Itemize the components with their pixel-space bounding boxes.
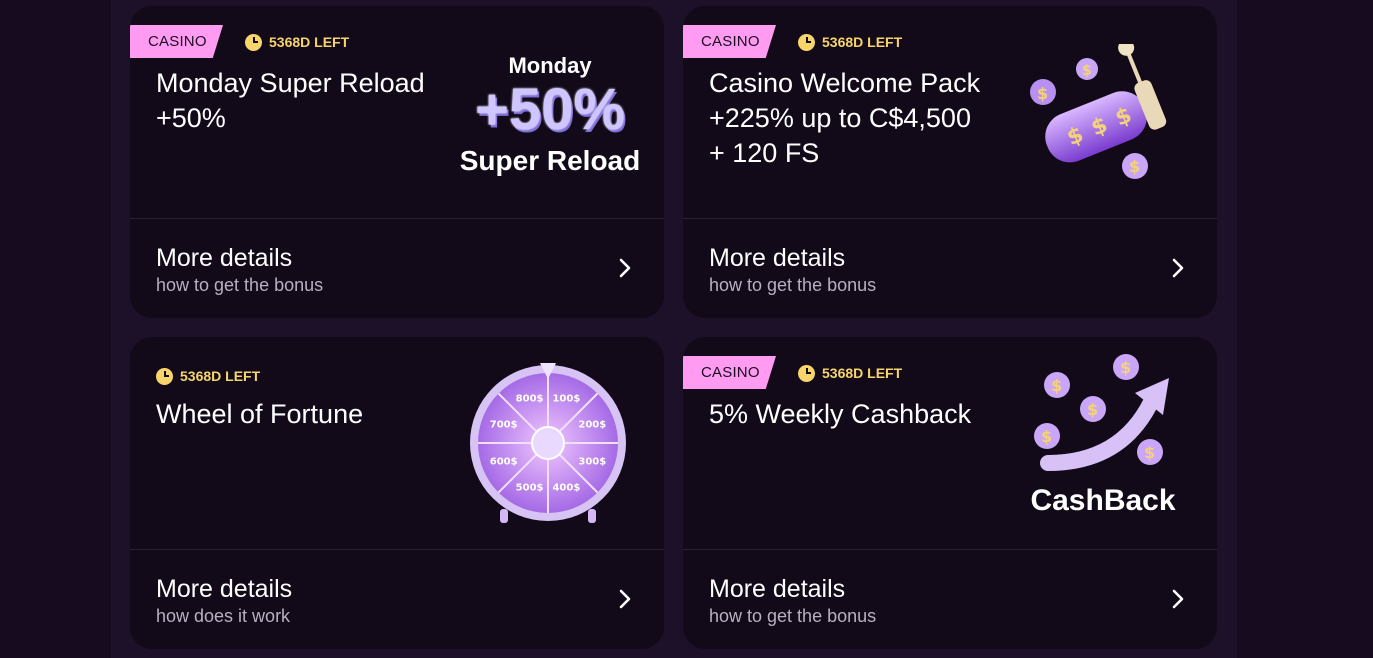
more-details-sub: how to get the bonus <box>156 275 324 295</box>
svg-text:$: $ <box>1051 376 1062 395</box>
clock-icon <box>798 364 815 382</box>
timer-text: 5368D LEFT <box>180 368 261 384</box>
slot-reel-artwork: $ $ $ $ $ $ <box>1030 44 1167 179</box>
wheel-segment-label: 400$ <box>552 482 580 493</box>
clock-icon <box>156 367 173 385</box>
divider <box>130 218 664 219</box>
wheel-segment-label: 700$ <box>490 420 518 431</box>
art-big-text: +50% <box>475 77 625 142</box>
divider <box>683 549 1217 550</box>
chevron-right-icon[interactable] <box>616 588 634 610</box>
fortune-wheel-artwork: 100$ 200$ 300$ 400$ 500$ 600$ 700$ 800$ <box>470 363 626 523</box>
svg-text:$: $ <box>1082 63 1092 79</box>
wheel-segment-label: 600$ <box>490 456 518 467</box>
timer: 5368D LEFT <box>798 33 902 51</box>
promo-title: Casino Welcome Pack +225% up to C$4,500 … <box>709 68 981 168</box>
svg-text:$: $ <box>1041 427 1052 446</box>
casino-tag: CASINO <box>130 25 223 58</box>
more-details-sub: how to get the bonus <box>709 606 877 626</box>
more-details-label[interactable]: More details <box>156 243 292 273</box>
wheel-segment-label: 100$ <box>552 394 580 405</box>
art-bottom-text: Super Reload <box>459 145 641 176</box>
chevron-right-icon[interactable] <box>1169 588 1187 610</box>
promo-card-wheel-of-fortune[interactable]: 5368D LEFT Wheel of Fortune 100$ 200$ 300$… <box>130 337 664 649</box>
wheel-segment-label: 500$ <box>516 482 544 493</box>
clock-icon <box>798 33 815 51</box>
promo-card-welcome-pack[interactable]: CASINO 5368D LEFT Casino Welcome Pack +2… <box>683 6 1217 318</box>
cashback-arrow-artwork: $ $ $ $ $ <box>1034 354 1169 471</box>
promo-title: 5% Weekly Cashback <box>709 399 972 429</box>
timer: 5368D LEFT <box>798 364 902 382</box>
promo-title: Wheel of Fortune <box>156 399 364 429</box>
casino-tag: CASINO <box>683 25 776 58</box>
divider <box>683 218 1217 219</box>
timer: 5368D LEFT <box>156 367 260 385</box>
super-reload-artwork: Monday +50% Super Reload <box>450 50 650 180</box>
timer-text: 5368D LEFT <box>822 365 903 381</box>
divider <box>130 549 664 550</box>
casino-tag: CASINO <box>683 356 776 389</box>
timer-text: 5368D LEFT <box>822 34 903 50</box>
chevron-right-icon[interactable] <box>1169 257 1187 279</box>
more-details-sub: how to get the bonus <box>709 275 877 295</box>
more-details-label[interactable]: More details <box>709 243 845 273</box>
more-details-label[interactable]: More details <box>709 574 845 604</box>
wheel-segment-label: 300$ <box>578 456 606 467</box>
art-top-text: Monday <box>508 53 592 78</box>
timer-text: 5368D LEFT <box>269 34 350 50</box>
wheel-segment-label: 800$ <box>516 394 544 405</box>
svg-text:$: $ <box>1129 157 1140 176</box>
svg-text:$: $ <box>1120 358 1131 377</box>
more-details-label[interactable]: More details <box>156 574 292 604</box>
timer: 5368D LEFT <box>245 33 349 51</box>
promo-card-monday-reload[interactable]: CASINO 5368D LEFT Monday Super Reload +5… <box>130 6 664 318</box>
wheel-segment-label: 200$ <box>578 420 606 431</box>
promo-card-weekly-cashback[interactable]: CASINO 5368D LEFT 5% Weekly Cashback $ $… <box>683 337 1217 649</box>
clock-icon <box>245 33 262 51</box>
promo-title: Monday Super Reload +50% <box>156 68 425 133</box>
svg-text:$: $ <box>1144 443 1155 462</box>
svg-text:$: $ <box>1037 84 1048 103</box>
chevron-right-icon[interactable] <box>616 257 634 279</box>
svg-text:$: $ <box>1087 400 1098 419</box>
cashback-label: CashBack <box>1030 484 1176 517</box>
more-details-sub: how does it work <box>156 606 291 626</box>
